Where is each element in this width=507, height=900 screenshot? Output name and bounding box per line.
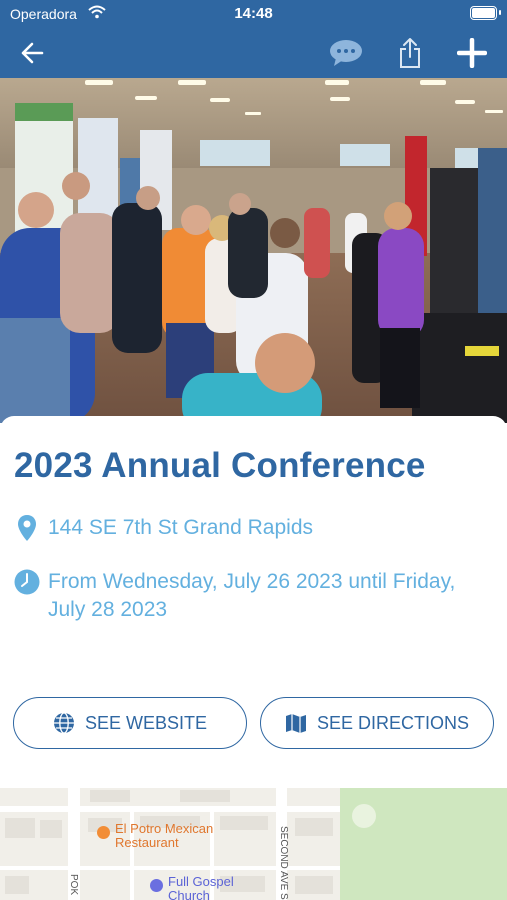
- share-button[interactable]: [390, 34, 430, 72]
- speech-bubble-icon: [330, 40, 362, 66]
- event-dates-row: From Wednesday, July 26 2023 until Frida…: [14, 568, 468, 624]
- location-map[interactable]: El Potro Mexican Restaurant Full Gospel …: [0, 788, 507, 900]
- status-time: 14:48: [234, 5, 273, 22]
- status-bar: Operadora 14:48: [0, 0, 507, 28]
- back-button[interactable]: [12, 34, 52, 72]
- navigation-bar: [0, 28, 507, 78]
- event-photo: [0, 78, 507, 423]
- globe-icon: [53, 712, 75, 734]
- poi-restaurant-label: El Potro Mexican Restaurant: [115, 821, 214, 850]
- street-label-second-ave: SECOND AVE S: [278, 826, 289, 900]
- street-label-pok: POK: [68, 874, 79, 896]
- map-pin-icon: [14, 514, 40, 542]
- see-directions-label: SEE DIRECTIONS: [316, 712, 470, 733]
- top-bar: Operadora 14:48: [0, 0, 507, 78]
- restaurant-icon: [97, 826, 110, 839]
- poi-restaurant[interactable]: El Potro Mexican Restaurant: [97, 822, 235, 850]
- clock-icon: [14, 568, 40, 596]
- add-button[interactable]: [452, 34, 492, 72]
- event-address-row[interactable]: 144 SE 7th St Grand Rapids: [14, 514, 313, 542]
- battery-tip: [499, 10, 501, 15]
- see-directions-button[interactable]: SEE DIRECTIONS: [260, 697, 494, 749]
- see-website-label: SEE WEBSITE: [84, 712, 208, 733]
- plus-icon: [457, 38, 487, 68]
- event-address: 144 SE 7th St Grand Rapids: [48, 516, 313, 539]
- arrow-left-icon: [21, 42, 44, 64]
- event-card: 2023 Annual Conference 144 SE 7th St Gra…: [0, 416, 507, 788]
- see-website-button[interactable]: SEE WEBSITE: [13, 697, 247, 749]
- event-dates: From Wednesday, July 26 2023 until Frida…: [48, 570, 456, 621]
- poi-church[interactable]: Full Gospel Church: [150, 875, 263, 900]
- church-icon: [150, 879, 163, 892]
- share-icon: [400, 38, 420, 68]
- battery-icon: [470, 6, 497, 20]
- map-icon: [285, 712, 307, 734]
- event-title: 2023 Annual Conference: [14, 446, 426, 485]
- chat-button[interactable]: [326, 34, 366, 72]
- poi-church-label: Full Gospel Church: [168, 874, 234, 900]
